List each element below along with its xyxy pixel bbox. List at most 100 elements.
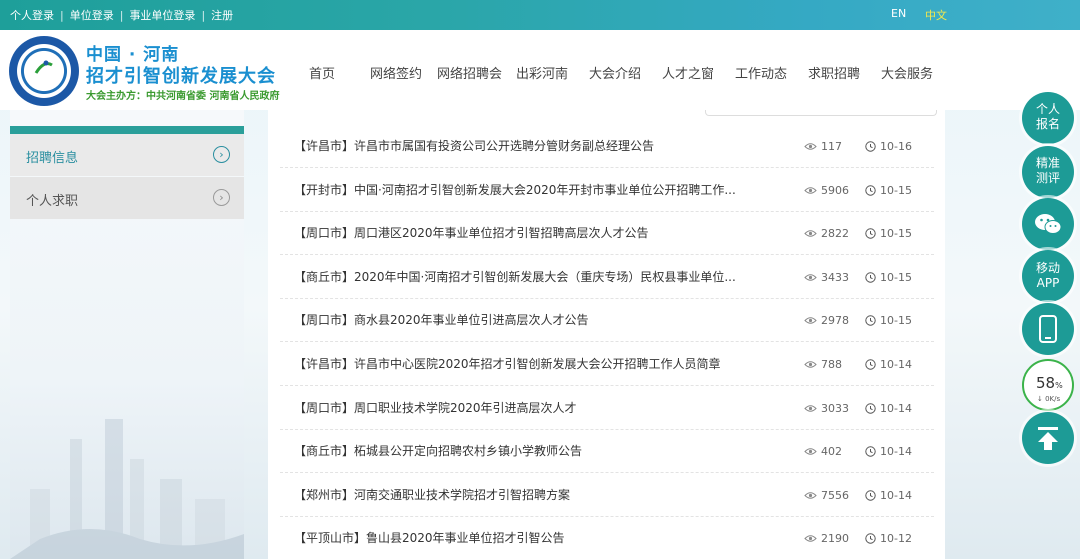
network-speed-widget[interactable]: 58% ↓ 0K/s: [1022, 359, 1074, 411]
publish-date-value: 10-15: [880, 314, 912, 328]
wechat-icon: [1035, 214, 1062, 234]
clock-icon: [865, 359, 876, 370]
personal-login-link[interactable]: 个人登录: [10, 7, 54, 23]
clock-icon: [865, 272, 876, 283]
list-item[interactable]: 【周口市】商水县2020年事业单位引进高层次人才公告 2978 10-15: [280, 298, 934, 343]
view-count-value: 2822: [821, 227, 849, 241]
view-count: 3433: [804, 271, 849, 284]
back-to-top-button[interactable]: [1022, 412, 1074, 464]
view-count: 402: [804, 445, 842, 458]
conference-logo-icon[interactable]: [9, 36, 79, 106]
organizer-subtitle: 大会主办方：中共河南省委 河南省人民政府: [86, 91, 280, 102]
nav-item-job-recruitment[interactable]: 求职招聘: [808, 63, 860, 82]
list-item-title[interactable]: 【平顶山市】鲁山县2020年事业单位招才引智公告: [294, 529, 565, 546]
arrow-up-icon: [1038, 427, 1058, 450]
clock-icon: [865, 315, 876, 327]
list-item-title[interactable]: 【郑州市】河南交通职业技术学院招才引智招聘方案: [294, 486, 570, 503]
list-item[interactable]: 【商丘市】柘城县公开定向招聘农村乡镇小学教师公告 402 10-14: [280, 429, 934, 474]
personal-signup-button[interactable]: 个人 报名: [1022, 92, 1074, 144]
list-item-title[interactable]: 【许昌市】许昌市市属国有投资公司公开选聘分管财务副总经理公告: [294, 137, 654, 154]
mobile-phone-icon: [1039, 315, 1057, 343]
chevron-right-icon: ›: [213, 146, 230, 163]
list-item[interactable]: 【郑州市】河南交通职业技术学院招才引智招聘方案 7556 10-14: [280, 473, 934, 517]
institution-login-link[interactable]: 事业单位登录: [129, 7, 195, 23]
list-item-title[interactable]: 【周口市】商水县2020年事业单位引进高层次人才公告: [294, 311, 589, 328]
publish-date: 10-16: [865, 140, 912, 153]
publish-date-value: 10-14: [880, 358, 912, 371]
view-count-value: 2978: [821, 314, 849, 328]
button-label: 报名: [1035, 117, 1060, 131]
view-count-value: 117: [821, 140, 842, 153]
nav-item-online-job-fair[interactable]: 网络招聘会: [437, 63, 502, 82]
view-count-value: 402: [821, 445, 842, 459]
nav-item-conference-services[interactable]: 大会服务: [881, 63, 933, 82]
register-link[interactable]: 注册: [211, 7, 233, 23]
list-item[interactable]: 【许昌市】许昌市市属国有投资公司公开选聘分管财务副总经理公告 117 10-16: [280, 124, 934, 168]
list-item-title[interactable]: 【商丘市】柘城县公开定向招聘农村乡镇小学教师公告: [294, 442, 582, 459]
eye-icon: [804, 361, 817, 368]
button-label: 个人: [1035, 102, 1060, 116]
list-item-title[interactable]: 【许昌市】许昌市中心医院2020年招才引智创新发展大会公开招聘工作人员简章: [294, 355, 721, 372]
publish-date: 10-14: [865, 402, 912, 415]
separator: |: [60, 8, 64, 22]
eye-icon: [804, 492, 817, 499]
precise-assessment-button[interactable]: 精准 测评: [1022, 146, 1074, 198]
wechat-button[interactable]: [1022, 198, 1074, 250]
nav-item-home[interactable]: 首页: [309, 63, 335, 82]
language-zh-link[interactable]: 中文: [925, 7, 947, 23]
publish-date-value: 10-14: [880, 488, 912, 502]
eye-icon: [804, 448, 817, 455]
language-en-link[interactable]: EN: [891, 7, 906, 20]
publish-date: 10-12: [865, 532, 912, 545]
nav-item-outstanding-henan[interactable]: 出彩河南: [516, 63, 568, 82]
list-item-title[interactable]: 【开封市】中国·河南招才引智创新发展大会2020年开封市事业单位公开招聘工作..…: [294, 181, 736, 198]
clock-icon: [865, 184, 876, 196]
eye-icon: [804, 274, 817, 281]
list-item-title[interactable]: 【商丘市】2020年中国·河南招才引智创新发展大会（重庆专场）民权县事业单位..…: [294, 268, 736, 285]
account-links: 个人登录 | 单位登录 | 事业单位登录 | 注册: [10, 7, 233, 23]
clock-icon: [865, 141, 876, 152]
list-item[interactable]: 【开封市】中国·河南招才引智创新发展大会2020年开封市事业单位公开招聘工作..…: [280, 168, 934, 212]
recruitment-list-panel: 【许昌市】许昌市市属国有投资公司公开选聘分管财务副总经理公告 117 10-16 【开…: [268, 110, 945, 559]
publish-date: 10-15: [865, 271, 912, 284]
view-count: 2190: [804, 532, 849, 545]
mobile-phone-button[interactable]: [1022, 303, 1074, 355]
list-item[interactable]: 【平顶山市】鲁山县2020年事业单位招才引智公告 2190 10-12: [280, 516, 934, 559]
view-count: 2822: [804, 227, 849, 240]
clock-icon: [865, 490, 876, 501]
view-count: 3033: [804, 402, 849, 415]
list-item-title[interactable]: 【周口市】周口职业技术学院2020年引进高层次人才: [294, 399, 577, 416]
sidebar-item-label: 个人求职: [26, 194, 79, 209]
view-count-value: 3033: [821, 401, 849, 415]
list-item-title[interactable]: 【周口市】周口港区2020年事业单位招才引智招聘高层次人才公告: [294, 224, 649, 241]
publish-date: 10-15: [865, 227, 912, 240]
publish-date: 10-14: [865, 445, 912, 458]
nav-item-talent-window[interactable]: 人才之窗: [662, 63, 714, 82]
search-box[interactable]: [705, 110, 937, 116]
publish-date-value: 10-15: [880, 270, 912, 284]
speed-rate: ↓ 0K/s: [1037, 395, 1061, 403]
view-count-value: 2190: [821, 532, 849, 546]
nav-item-work-news[interactable]: 工作动态: [735, 63, 787, 82]
eye-icon: [804, 404, 817, 412]
mobile-app-button[interactable]: 移动 APP: [1022, 250, 1074, 302]
clock-icon: [865, 402, 876, 414]
sidebar-item-recruitment-info[interactable]: 招聘信息 ›: [10, 134, 244, 176]
sidebar-item-job-seeking[interactable]: 个人求职 ›: [10, 177, 244, 219]
list-item[interactable]: 【周口市】周口职业技术学院2020年引进高层次人才 3033 10-14: [280, 386, 934, 430]
left-sidebar: 招聘信息 › 个人求职 ›: [10, 110, 244, 559]
view-count-value: 3433: [821, 270, 849, 284]
list-item[interactable]: 【周口市】周口港区2020年事业单位招才引智招聘高层次人才公告 2822 10-15: [280, 211, 934, 256]
eye-icon: [804, 230, 817, 237]
company-login-link[interactable]: 单位登录: [70, 7, 114, 23]
publish-date-value: 10-14: [880, 445, 912, 459]
nav-item-online-signing[interactable]: 网络签约: [370, 63, 422, 82]
button-label: APP: [1036, 276, 1060, 290]
nav-item-conference-intro[interactable]: 大会介绍: [589, 63, 641, 82]
publish-date: 10-14: [865, 358, 912, 371]
publish-date-value: 10-12: [880, 532, 912, 546]
list-item[interactable]: 【商丘市】2020年中国·河南招才引智创新发展大会（重庆专场）民权县事业单位..…: [280, 255, 934, 299]
publish-date: 10-15: [865, 314, 912, 327]
site-header: 中国 · 河南 招才引智创新发展大会 大会主办方：中共河南省委 河南省人民政府 …: [0, 30, 1080, 110]
list-item[interactable]: 【许昌市】许昌市中心医院2020年招才引智创新发展大会公开招聘工作人员简章 788…: [280, 342, 934, 386]
